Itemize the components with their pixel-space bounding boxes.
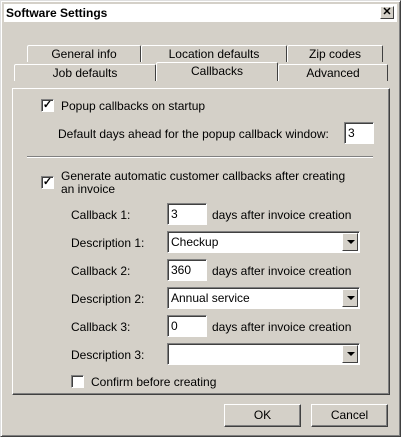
callback-2-input[interactable]: 360 <box>167 259 207 281</box>
confirm-before-creating-label: Confirm before creating <box>91 375 217 389</box>
section-divider <box>27 156 373 158</box>
default-days-input[interactable]: 3 <box>344 122 374 144</box>
tab-advanced[interactable]: Advanced <box>278 64 388 81</box>
description-1-select[interactable]: Checkup <box>167 231 360 253</box>
description-1-label: Description 1: <box>71 236 145 250</box>
popup-callbacks-label: Popup callbacks on startup <box>61 99 206 113</box>
tab-callbacks[interactable]: Callbacks <box>156 62 278 81</box>
generate-callbacks-label-line2: an invoice <box>61 182 116 196</box>
callback-2-suffix: days after invoice creation <box>212 264 352 278</box>
description-2-value: Annual service <box>171 291 250 305</box>
tab-zip-codes[interactable]: Zip codes <box>287 45 383 62</box>
tab-general-info[interactable]: General info <box>27 45 141 62</box>
description-3-select[interactable] <box>167 343 360 365</box>
callback-3-input[interactable]: 0 <box>167 315 207 337</box>
callbacks-panel: ✓ Popup callbacks on startup Default day… <box>12 88 390 395</box>
generate-callbacks-label-line1: Generate automatic customer callbacks af… <box>61 169 346 183</box>
title-bar: Software Settings ✕ <box>4 4 397 22</box>
callback-1-label: Callback 1: <box>71 208 131 222</box>
description-2-select[interactable]: Annual service <box>167 287 360 309</box>
callback-3-suffix: days after invoice creation <box>212 320 352 334</box>
ok-button[interactable]: OK <box>224 404 301 427</box>
tab-job-defaults[interactable]: Job defaults <box>14 64 156 81</box>
chevron-down-icon[interactable] <box>342 233 358 251</box>
default-days-label: Default days ahead for the popup callbac… <box>58 127 329 141</box>
popup-callbacks-checkbox[interactable]: ✓ <box>41 99 54 112</box>
cancel-button[interactable]: Cancel <box>311 404 388 427</box>
window-title: Software Settings <box>6 6 108 20</box>
confirm-before-creating-checkbox[interactable] <box>71 375 84 388</box>
generate-callbacks-checkbox[interactable]: ✓ <box>41 176 54 189</box>
chevron-down-icon[interactable] <box>342 345 358 363</box>
software-settings-dialog: Software Settings ✕ General info Locatio… <box>0 0 401 437</box>
check-mark-icon: ✓ <box>42 176 53 188</box>
description-1-value: Checkup <box>171 235 219 249</box>
tab-location-defaults[interactable]: Location defaults <box>141 45 287 62</box>
callback-3-label: Callback 3: <box>71 320 131 334</box>
callback-1-suffix: days after invoice creation <box>212 208 352 222</box>
check-mark-icon: ✓ <box>42 99 53 111</box>
callback-2-label: Callback 2: <box>71 264 131 278</box>
close-icon[interactable]: ✕ <box>380 6 394 19</box>
description-3-label: Description 3: <box>71 348 145 362</box>
callback-1-input[interactable]: 3 <box>167 203 207 225</box>
description-2-label: Description 2: <box>71 292 145 306</box>
chevron-down-icon[interactable] <box>342 289 358 307</box>
